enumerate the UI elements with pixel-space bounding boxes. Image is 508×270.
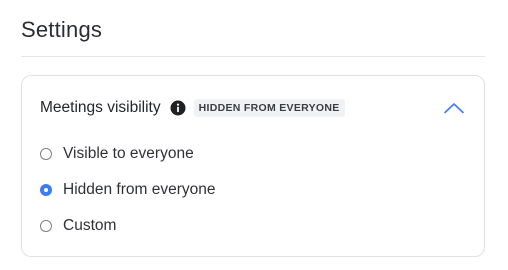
option-custom[interactable]: Custom: [40, 214, 216, 238]
radio-custom[interactable]: [40, 220, 52, 232]
meetings-visibility-card: Meetings visibility HIDDEN FROM EVERYONE…: [21, 75, 485, 257]
option-label: Hidden from everyone: [63, 181, 216, 198]
option-visible-to-everyone[interactable]: Visible to everyone: [40, 142, 216, 166]
radio-visible-to-everyone[interactable]: [40, 148, 52, 160]
visibility-options: Visible to everyone Hidden from everyone…: [40, 142, 216, 250]
option-label: Custom: [63, 217, 117, 234]
card-header: Meetings visibility HIDDEN FROM EVERYONE: [40, 96, 466, 120]
section-title: Meetings visibility: [40, 99, 161, 116]
radio-hidden-from-everyone[interactable]: [40, 184, 52, 196]
info-icon[interactable]: [170, 100, 186, 116]
title-divider: [21, 56, 485, 57]
status-badge: HIDDEN FROM EVERYONE: [193, 99, 345, 117]
page-title: Settings: [21, 17, 103, 42]
collapse-button[interactable]: [442, 96, 466, 120]
option-hidden-from-everyone[interactable]: Hidden from everyone: [40, 178, 216, 202]
settings-page: Settings Meetings visibility HIDDEN FROM…: [0, 0, 508, 270]
option-label: Visible to everyone: [63, 145, 194, 162]
chevron-up-icon: [444, 103, 464, 114]
